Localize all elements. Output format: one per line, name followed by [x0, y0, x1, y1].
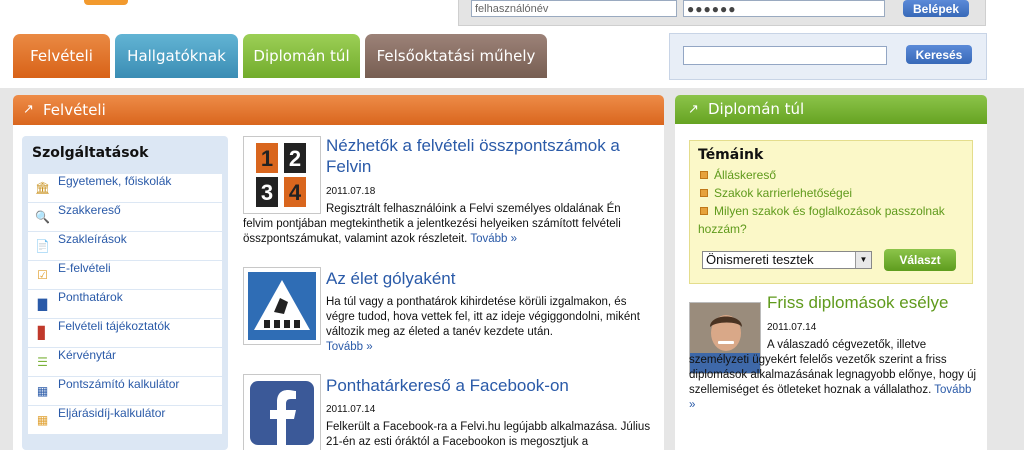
feature-text: A válaszadó cégvezetők, illetve személyz…	[689, 338, 979, 413]
services-title: Szolgáltatások	[32, 145, 149, 161]
login-button[interactable]: Belépek	[903, 0, 969, 17]
search-input[interactable]	[683, 46, 887, 65]
tile-digit: 2	[289, 146, 301, 171]
service-item-eljarasidij[interactable]: ▦ Eljárásidíj-kalkulátor	[28, 406, 222, 435]
news-date: 2011.07.14	[326, 404, 376, 415]
choose-button[interactable]: Választ	[884, 249, 956, 271]
chevron-down-icon[interactable]: ▼	[855, 252, 871, 268]
news-title[interactable]: Az élet gólyaként	[326, 268, 656, 289]
password-input[interactable]	[683, 0, 885, 17]
tab-hallgatoknak[interactable]: Hallgatóknak	[115, 34, 238, 78]
login-bar: Belépek	[458, 0, 986, 26]
topic-item[interactable]: Szakok karrierlehetőségei	[698, 184, 964, 202]
arrow-icon: ↗	[23, 102, 34, 117]
service-item-szakkereso[interactable]: 🔍 Szakkereső	[28, 203, 222, 232]
topic-item[interactable]: Milyen szakok és foglalkozások passzolna…	[698, 202, 964, 238]
feature-date: 2011.07.14	[767, 322, 817, 333]
document-icon: ☰	[37, 355, 48, 369]
tab-felsooktatasi-muhely[interactable]: Felsőoktatási műhely	[365, 34, 547, 78]
calculator-orange-icon: ▦	[36, 413, 49, 427]
search-box: Keresés	[669, 33, 987, 80]
topic-label: Milyen szakok és foglalkozások passzolna…	[698, 204, 945, 236]
topic-item[interactable]: Álláskereső	[698, 166, 964, 184]
news-title[interactable]: Nézhetők a felvételi összpontszámok a Fe…	[326, 135, 656, 177]
service-label: Eljárásidíj-kalkulátor	[58, 406, 166, 420]
bar-chart-icon: ▇	[37, 297, 48, 311]
news-body: Ha túl vagy a ponthatárok kihirdetése kö…	[326, 296, 640, 338]
service-label: Kérvénytár	[58, 348, 117, 362]
feature-body: A válaszadó cégvezetők, illetve személyz…	[689, 339, 977, 396]
facebook-icon	[250, 381, 314, 445]
service-label: Pontszámító kalkulátor	[58, 377, 180, 391]
calculator-icon: ▦	[36, 384, 49, 398]
service-label: E-felvételi	[58, 261, 111, 275]
news-text: Ha túl vagy a ponthatárok kihirdetése kö…	[326, 295, 656, 355]
tile-digit: 1	[261, 146, 273, 171]
news-body: Regisztrált felhasználóink a Felvi szemé…	[243, 203, 621, 245]
service-item-ponthatarok[interactable]: ▇ Ponthatárok	[28, 290, 222, 319]
news-thumbnail-golya[interactable]	[243, 267, 321, 345]
bullet-icon	[700, 207, 708, 215]
service-item-e-felveteli[interactable]: ☑ E-felvételi	[28, 261, 222, 290]
news-title[interactable]: Ponthatárkereső a Facebook-on	[326, 375, 656, 396]
service-item-szakleirasok[interactable]: 📄 Szakleírások	[28, 232, 222, 261]
diploman-section-header[interactable]: ↗ Diplomán túl	[675, 95, 987, 124]
news-body: Felkerült a Facebook-ra a Felvi.hu legúj…	[326, 421, 651, 448]
book-icon: ▊	[37, 326, 48, 340]
service-label: Felvételi tájékoztatók	[58, 319, 171, 333]
service-label: Egyetemek, főiskolák	[58, 174, 172, 188]
topic-label: Szakok karrierlehetőségei	[714, 186, 853, 200]
tab-diploman-tul[interactable]: Diplomán túl	[243, 34, 360, 78]
username-input[interactable]	[471, 0, 677, 17]
services-box: Szolgáltatások 🏛 Egyetemek, főiskolák 🔍 …	[22, 136, 228, 450]
news-text: Regisztrált felhasználóink a Felvi szemé…	[243, 202, 653, 247]
tab-felveteli[interactable]: Felvételi	[13, 34, 110, 78]
topic-label: Álláskereső	[714, 168, 777, 182]
topics-box: Témáink Álláskereső Szakok karrierlehető…	[689, 140, 973, 284]
topics-title: Témáink	[698, 147, 764, 163]
document-search-icon: 📄	[35, 239, 50, 253]
service-label: Szakleírások	[58, 232, 127, 246]
checklist-icon: ☑	[37, 268, 48, 282]
feature-title[interactable]: Friss diplomások esélye	[767, 293, 987, 313]
felveteli-section-header[interactable]: ↗ Felvételi	[13, 95, 664, 125]
magnifier-icon: 🔍	[35, 210, 50, 224]
read-more-link[interactable]: Tovább »	[326, 341, 373, 353]
service-item-kervenytar[interactable]: ☰ Kérvénytár	[28, 348, 222, 377]
service-item-felveteli-tajekoztatok[interactable]: ▊ Felvételi tájékoztatók	[28, 319, 222, 348]
read-more-link[interactable]: Tovább »	[470, 233, 517, 245]
site-logo[interactable]	[84, 0, 128, 5]
service-label: Szakkereső	[58, 203, 121, 217]
bullet-icon	[700, 189, 708, 197]
building-icon: 🏛	[35, 181, 51, 195]
section-title: Diplomán túl	[708, 100, 805, 118]
test-select[interactable]: Önismereti tesztek ▼	[702, 251, 872, 269]
news-thumbnail-facebook[interactable]	[243, 374, 321, 450]
news-text: Felkerült a Facebook-ra a Felvi.hu legúj…	[326, 420, 656, 450]
service-item-egyetemek[interactable]: 🏛 Egyetemek, főiskolák	[28, 174, 222, 203]
service-label: Ponthatárok	[58, 290, 123, 304]
select-value: Önismereti tesztek	[706, 252, 814, 267]
news-date: 2011.07.18	[326, 186, 376, 197]
section-title: Felvételi	[43, 101, 106, 119]
crosswalk-sign-icon	[248, 272, 316, 340]
bullet-icon	[700, 171, 708, 179]
arrow-icon: ↗	[688, 102, 699, 117]
service-item-pontszamito[interactable]: ▦ Pontszámító kalkulátor	[28, 377, 222, 406]
search-button[interactable]: Keresés	[906, 45, 972, 64]
